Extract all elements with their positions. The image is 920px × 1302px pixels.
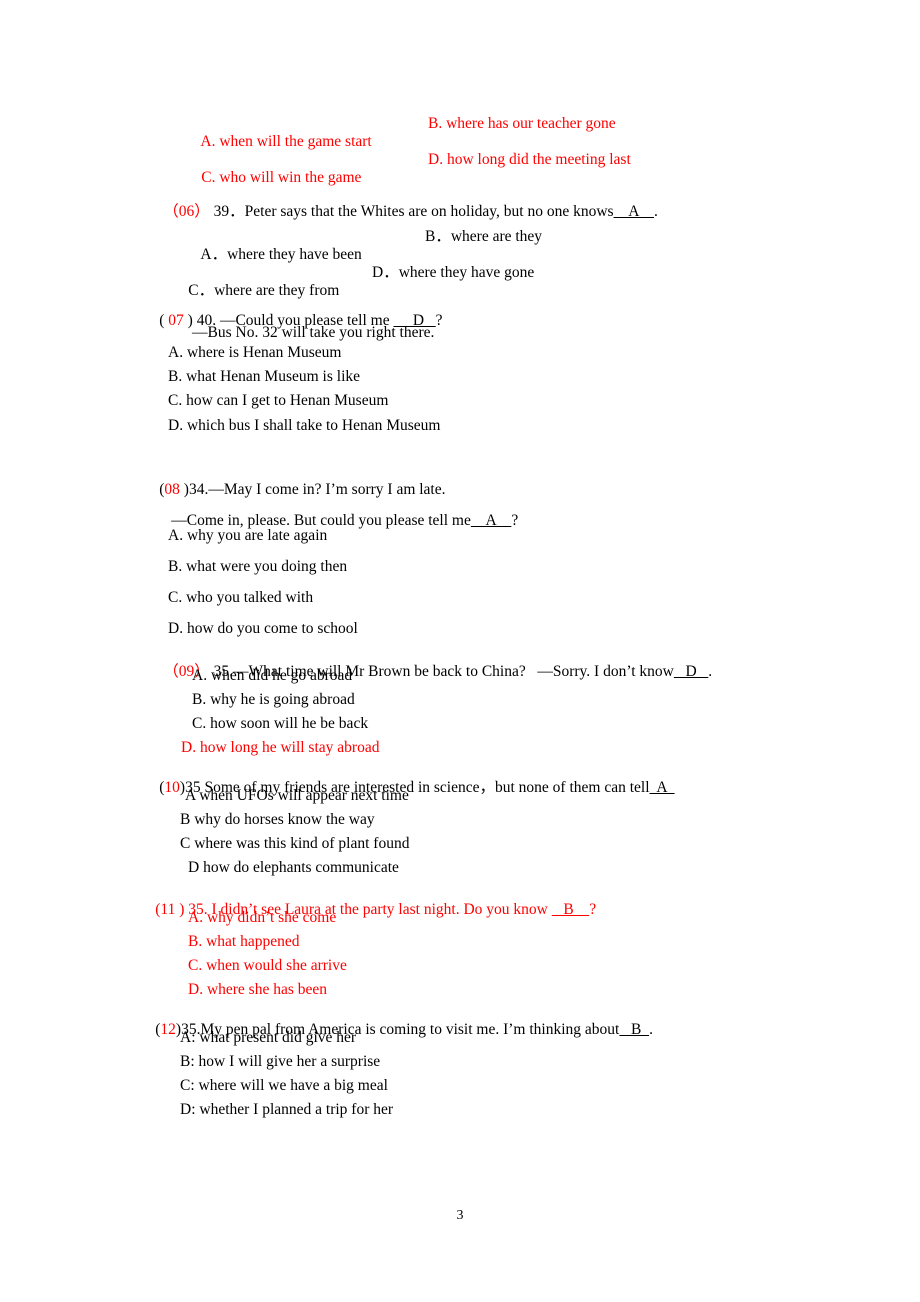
question-11-number: (11 ) [155,900,185,918]
document-page: A. when will the game start B. where has… [0,0,920,1302]
question-10-option-c: C where was this kind of plant found [180,835,410,852]
carryover-option-d: D. how long did the meeting last [428,151,631,168]
question-11-stem-tail: ? [589,900,597,918]
question-11-option-c: C. when would she arrive [188,957,347,974]
question-08-response-tail: ? [511,511,519,529]
question-06-stem-tail: . [654,202,658,220]
question-10-option-a: A when UFOs will appear next time [185,787,409,804]
question-08-answer-blank: A [470,511,512,529]
question-10-option-d: D how do elephants communicate [188,859,399,876]
question-06-option-b: B．where are they [425,228,543,245]
question-08-paren-close: ) [179,480,189,498]
question-07-number: 07 [168,311,184,329]
question-08-option-c: C. who you talked with [168,589,314,606]
question-07-option-d: D. which bus I shall take to Henan Museu… [168,417,441,434]
question-06-answer-blank: A [613,202,655,220]
question-08-option-b: B. what were you doing then [168,558,348,575]
question-10-option-b: B why do horses know the way [180,811,375,828]
question-06-stem-text: 39．Peter says that the Whites are on hol… [209,202,614,220]
question-09-option-a: A. when did he go abroad [192,667,353,684]
question-09-option-d: D. how long he will stay abroad [181,739,380,756]
question-08-option-a: A. why you are late again [168,527,328,544]
question-09-stem-tail: . [708,662,713,680]
question-12-stem-tail: . [649,1020,653,1038]
question-09-answer-blank: D [673,662,709,680]
question-06-number: （06） [163,202,210,220]
question-11-option-d: D. where she has been [188,981,328,998]
question-08-option-d: D. how do you come to school [168,620,358,637]
question-11-option-a: A. why didn’t she come [188,909,337,926]
question-09-option-b: B. why he is going abroad [192,691,355,708]
question-10-number: 10 [164,778,180,796]
question-07-paren-open: ( [159,311,169,329]
carryover-option-c: C. who will win the game [201,169,362,186]
page-number: 3 [456,1208,464,1223]
question-12-answer-blank: B [619,1020,650,1038]
carryover-option-a: A. when will the game start [200,133,372,150]
question-12-option-d: D: whether I planned a trip for her [180,1101,394,1118]
question-11-option-b: B. what happened [188,933,300,950]
question-12-number: 12 [160,1020,176,1038]
question-07-option-c: C. how can I get to Henan Museum [168,392,389,409]
carryover-option-b: B. where has our teacher gone [428,115,616,132]
question-07-option-b: B. what Henan Museum is like [168,368,361,385]
question-12-option-c: C: where will we have a big meal [180,1077,388,1094]
question-07-stem-tail: ? [435,311,443,329]
question-08-response-text: —Come in, please. But could you please t… [171,511,471,529]
question-08-stem-text: 34.—May I come in? I’m sorry I am late. [188,480,446,498]
question-07-response-line: —Bus No. 32 will take you right there. [192,324,435,341]
question-08-number: 08 [164,480,180,498]
question-11-answer-blank: B [551,900,590,918]
question-12-option-a: A: what present did give her [180,1029,357,1046]
question-12-option-b: B: how I will give her a surprise [180,1053,381,1070]
question-10-answer-blank: A [649,778,675,796]
question-06-option-d: D．where they have gone [372,264,535,281]
question-07-option-a: A. where is Henan Museum [168,344,342,361]
question-09-option-c: C. how soon will he be back [192,715,369,732]
